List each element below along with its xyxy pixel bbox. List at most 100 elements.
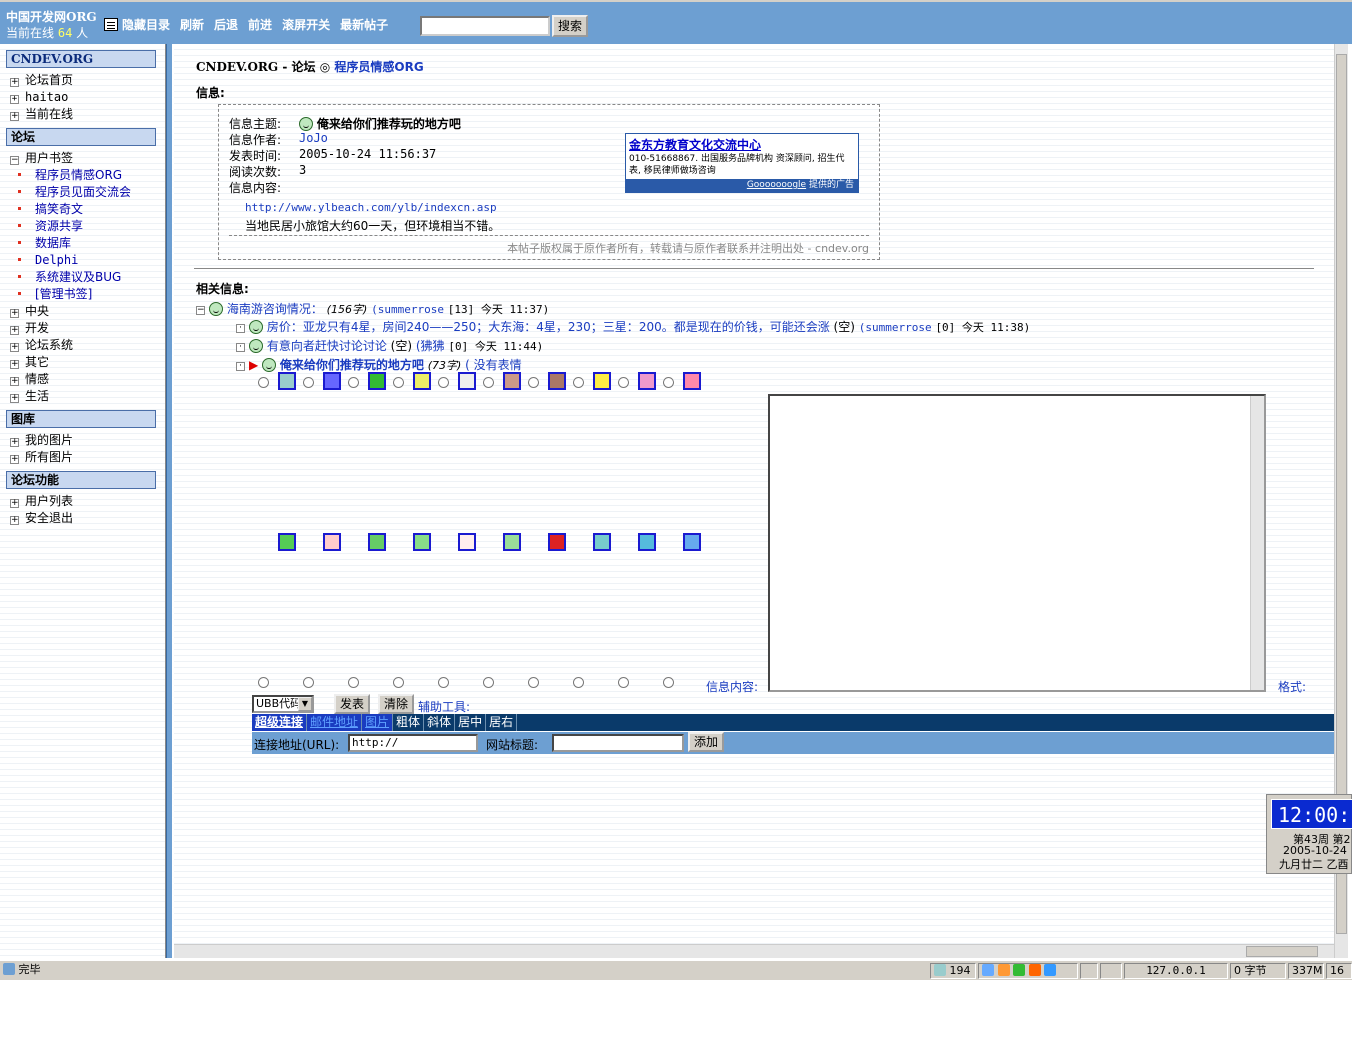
horizontal-scrollbar[interactable] [174, 944, 1334, 958]
sidebar-item-all-pictures[interactable]: + 所有图片 [10, 449, 73, 465]
grin-face-icon[interactable] [413, 533, 431, 551]
bookmark-item[interactable]: 资源共享 [18, 218, 83, 234]
smile-icon[interactable] [593, 372, 611, 390]
emoticon-radio[interactable] [618, 377, 629, 388]
edit-icon[interactable] [1044, 964, 1056, 976]
format-select[interactable]: UBB代码 ▼ [252, 695, 314, 713]
hide-directory-button[interactable]: 隐藏目录 [104, 16, 170, 33]
emoticon-radio[interactable] [483, 677, 494, 688]
bookmark-item[interactable]: 系统建议及BUG [18, 269, 121, 285]
thread-root-author[interactable]: (summerrose [371, 303, 444, 316]
hand-icon[interactable] [503, 372, 521, 390]
angry-icon[interactable] [683, 372, 701, 390]
back-button[interactable]: 后退 [214, 16, 238, 33]
search-button[interactable]: 搜索 [552, 15, 588, 37]
emoticon-radio[interactable] [348, 377, 359, 388]
emoticon-radio[interactable] [303, 377, 314, 388]
tab-image[interactable]: 图片 [362, 714, 394, 731]
cool-face-icon[interactable] [593, 533, 611, 551]
advertisement[interactable]: 金东方教育文化交流中心 010-51668867. 出国服务品牌机构 资深顾问,… [625, 133, 859, 193]
teeth-face-icon[interactable] [503, 533, 521, 551]
ad-footer-link[interactable]: Gooooooogle [747, 180, 806, 190]
scroll-toggle-button[interactable]: 滚屏开关 [282, 16, 330, 33]
arrow-icon[interactable] [368, 372, 386, 390]
search-input[interactable] [420, 16, 550, 36]
post-link[interactable]: http://www.ylbeach.com/ylb/indexcn.asp [245, 201, 497, 214]
breadcrumb-board[interactable]: 程序员情感ORG [334, 60, 423, 74]
question-icon[interactable] [323, 372, 341, 390]
sidebar-item-forum-home[interactable]: + 论坛首页 [10, 72, 73, 88]
sidebar-group-forum-system[interactable]: + 论坛系统 [10, 337, 73, 353]
emoticon-radio[interactable] [348, 677, 359, 688]
sidebar-splitter[interactable] [166, 44, 172, 958]
emoticon-radio[interactable] [573, 377, 584, 388]
emoticon-radio[interactable] [483, 377, 494, 388]
warning-icon[interactable] [323, 533, 341, 551]
star-icon[interactable] [1028, 964, 1041, 976]
sidebar-group-life[interactable]: + 生活 [10, 388, 49, 404]
sidebar-group-emotion[interactable]: + 情感 [10, 371, 49, 387]
refresh-icon[interactable] [1013, 964, 1025, 976]
site-title-input[interactable] [552, 734, 684, 752]
book-icon[interactable] [548, 372, 566, 390]
breadcrumb-forum[interactable]: 论坛 [292, 60, 316, 74]
bookmark-item[interactable]: 数据库 [18, 235, 71, 251]
textarea-scrollbar[interactable] [1250, 396, 1264, 690]
post-button[interactable]: 发表 [334, 694, 370, 714]
emoticon-radio[interactable] [573, 677, 584, 688]
emoticon-radio[interactable] [663, 677, 674, 688]
thread-root-title[interactable]: 海南游咨询情况： [227, 302, 323, 316]
happy-face-icon[interactable] [368, 533, 386, 551]
emoticon-radio[interactable] [258, 377, 269, 388]
collapse-icon[interactable]: − [196, 306, 205, 315]
emoticon-radio[interactable] [393, 677, 404, 688]
bookmark-item[interactable]: 程序员情感ORG [18, 167, 122, 183]
green-face-icon[interactable] [278, 533, 296, 551]
emoticon-radio[interactable] [303, 677, 314, 688]
sad-face-icon[interactable] [683, 533, 701, 551]
sidebar-group-other[interactable]: + 其它 [10, 354, 49, 370]
bookmark-item[interactable]: 搞笑奇文 [18, 201, 83, 217]
manage-bookmarks-link[interactable]: [管理书签] [18, 286, 92, 302]
lightbulb-icon[interactable] [413, 372, 431, 390]
red-face-icon[interactable] [548, 533, 566, 551]
emoticon-radio[interactable] [663, 377, 674, 388]
tab-italic[interactable]: 斜体 [424, 714, 456, 731]
sidebar-item-logout[interactable]: + 安全退出 [10, 510, 73, 526]
breadcrumb-site[interactable]: CNDEV.ORG [196, 60, 278, 74]
tab-bold[interactable]: 粗体 [393, 714, 425, 731]
tab-hyperlink[interactable]: 超级连接 [252, 714, 308, 731]
tab-right[interactable]: 居右 [486, 714, 518, 731]
emoticon-radio[interactable] [528, 377, 539, 388]
url-input[interactable]: http:// [348, 734, 478, 752]
emoticon-radio[interactable] [618, 677, 629, 688]
refresh-button[interactable]: 刷新 [180, 16, 204, 33]
emoticon-radio[interactable] [258, 677, 269, 688]
reply-author[interactable]: (summerrose [859, 321, 932, 334]
sidebar-group-central[interactable]: + 中央 [10, 303, 49, 319]
ad-title[interactable]: 金东方教育文化交流中心 [626, 134, 858, 153]
sidebar-item-user-list[interactable]: + 用户列表 [10, 493, 73, 509]
tab-center[interactable]: 居中 [455, 714, 487, 731]
tab-email[interactable]: 邮件地址 [307, 714, 363, 731]
reply-title[interactable]: 房价：亚龙只有4星，房间240——250；大东海：4星，230；三星：200。都… [267, 320, 830, 334]
wink-face-icon[interactable] [638, 533, 656, 551]
network-icon[interactable] [982, 964, 994, 976]
sidebar-item-bookmarks[interactable]: − 用户书签 [10, 150, 73, 166]
scrollbar-thumb[interactable] [1246, 946, 1318, 957]
sidebar-item-my-pictures[interactable]: + 我的图片 [10, 432, 73, 448]
emoticon-radio[interactable] [528, 677, 539, 688]
latest-posts-button[interactable]: 最新帖子 [340, 16, 388, 33]
reply-title[interactable]: 有意向者赶快讨论讨论 [267, 339, 387, 353]
exclaim-icon[interactable] [638, 372, 656, 390]
sidebar-group-dev[interactable]: + 开发 [10, 320, 49, 336]
content-textarea[interactable] [768, 394, 1266, 692]
emoticon-radio[interactable] [438, 677, 449, 688]
post-author[interactable]: JoJo [299, 131, 328, 145]
emoticon-radio[interactable] [393, 377, 404, 388]
bookmark-item[interactable]: Delphi [18, 252, 78, 268]
reply-author[interactable]: (狒狒 [416, 339, 445, 353]
bookmark-item[interactable]: 程序员见面交流会 [18, 184, 131, 200]
clear-button[interactable]: 清除 [378, 694, 414, 714]
speech-icon[interactable] [458, 372, 476, 390]
